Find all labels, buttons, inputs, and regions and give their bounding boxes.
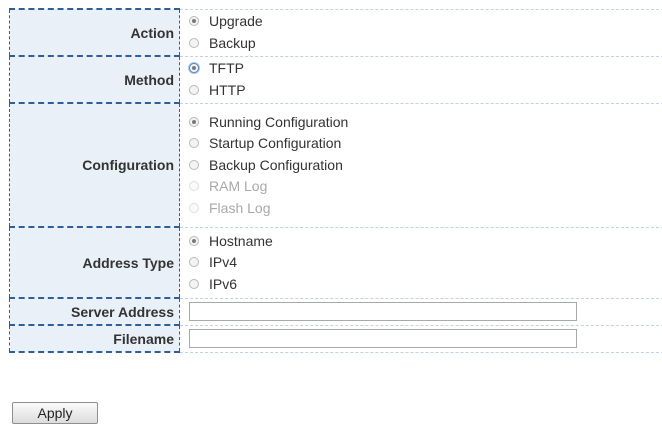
- configuration-option-flash-log: Flash Log: [189, 197, 662, 219]
- radio-label-backup-configuration: Backup Configuration: [209, 156, 343, 173]
- radio-running-configuration[interactable]: [189, 116, 199, 127]
- radio-label-ipv6: IPv6: [209, 275, 238, 292]
- method-option-http[interactable]: HTTP: [189, 79, 662, 101]
- radio-flash-log: [189, 202, 199, 213]
- radio-label-ipv4: IPv4: [209, 254, 238, 270]
- apply-button[interactable]: Apply: [12, 402, 98, 424]
- radio-label-ram-log: RAM Log: [209, 178, 268, 194]
- radio-ipv4[interactable]: [189, 257, 199, 267]
- configuration-options: Running Configuration Startup Configurat…: [179, 102, 662, 227]
- radio-label-tftp: TFTP: [209, 60, 244, 77]
- address-type-option-ipv6[interactable]: IPv6: [189, 273, 662, 295]
- method-options: TFTP HTTP: [179, 55, 662, 103]
- radio-ipv6[interactable]: [189, 278, 199, 289]
- configuration-row: Configuration Running Configuration Star…: [9, 102, 662, 227]
- server-address-input[interactable]: [189, 302, 577, 321]
- configuration-option-running[interactable]: Running Configuration: [189, 111, 662, 133]
- method-row: Method TFTP HTTP: [9, 55, 662, 103]
- radio-tftp[interactable]: [189, 63, 199, 74]
- action-option-upgrade[interactable]: Upgrade: [189, 11, 662, 33]
- address-type-option-ipv4[interactable]: IPv4: [189, 251, 662, 273]
- file-management-form: Action Upgrade Backup Method TFTP HTTP C…: [9, 8, 662, 353]
- action-option-backup[interactable]: Backup: [189, 32, 662, 54]
- radio-startup-configuration[interactable]: [189, 138, 199, 148]
- radio-ram-log: [189, 181, 199, 191]
- radio-label-http: HTTP: [209, 81, 246, 98]
- radio-label-flash-log: Flash Log: [209, 199, 271, 216]
- configuration-option-ram-log: RAM Log: [189, 175, 662, 197]
- radio-label-backup: Backup: [209, 34, 256, 51]
- filename-input[interactable]: [189, 329, 577, 348]
- filename-label: Filename: [9, 324, 180, 353]
- address-type-row: Address Type Hostname IPv4 IPv6: [9, 226, 662, 298]
- filename-cell: [179, 324, 662, 353]
- server-address-cell: [179, 297, 662, 325]
- server-address-label: Server Address: [9, 297, 180, 325]
- radio-upgrade[interactable]: [189, 16, 199, 27]
- server-address-row: Server Address: [9, 297, 662, 325]
- address-type-option-hostname[interactable]: Hostname: [189, 230, 662, 252]
- configuration-label: Configuration: [9, 102, 180, 227]
- address-type-options: Hostname IPv4 IPv6: [179, 226, 662, 298]
- configuration-option-backup[interactable]: Backup Configuration: [189, 154, 662, 176]
- radio-label-startup-configuration: Startup Configuration: [209, 135, 342, 151]
- configuration-option-startup[interactable]: Startup Configuration: [189, 132, 662, 154]
- action-options: Upgrade Backup: [179, 8, 662, 56]
- action-label: Action: [9, 8, 180, 56]
- radio-label-upgrade: Upgrade: [209, 13, 263, 30]
- radio-label-running-configuration: Running Configuration: [209, 113, 349, 130]
- method-option-tftp[interactable]: TFTP: [189, 58, 662, 80]
- radio-http[interactable]: [189, 84, 199, 95]
- radio-hostname[interactable]: [189, 235, 199, 246]
- method-label: Method: [9, 55, 180, 103]
- radio-backup[interactable]: [189, 37, 199, 48]
- action-row: Action Upgrade Backup: [9, 8, 662, 56]
- address-type-label: Address Type: [9, 226, 180, 298]
- radio-backup-configuration[interactable]: [189, 159, 199, 170]
- radio-label-hostname: Hostname: [209, 232, 273, 249]
- filename-row: Filename: [9, 324, 662, 353]
